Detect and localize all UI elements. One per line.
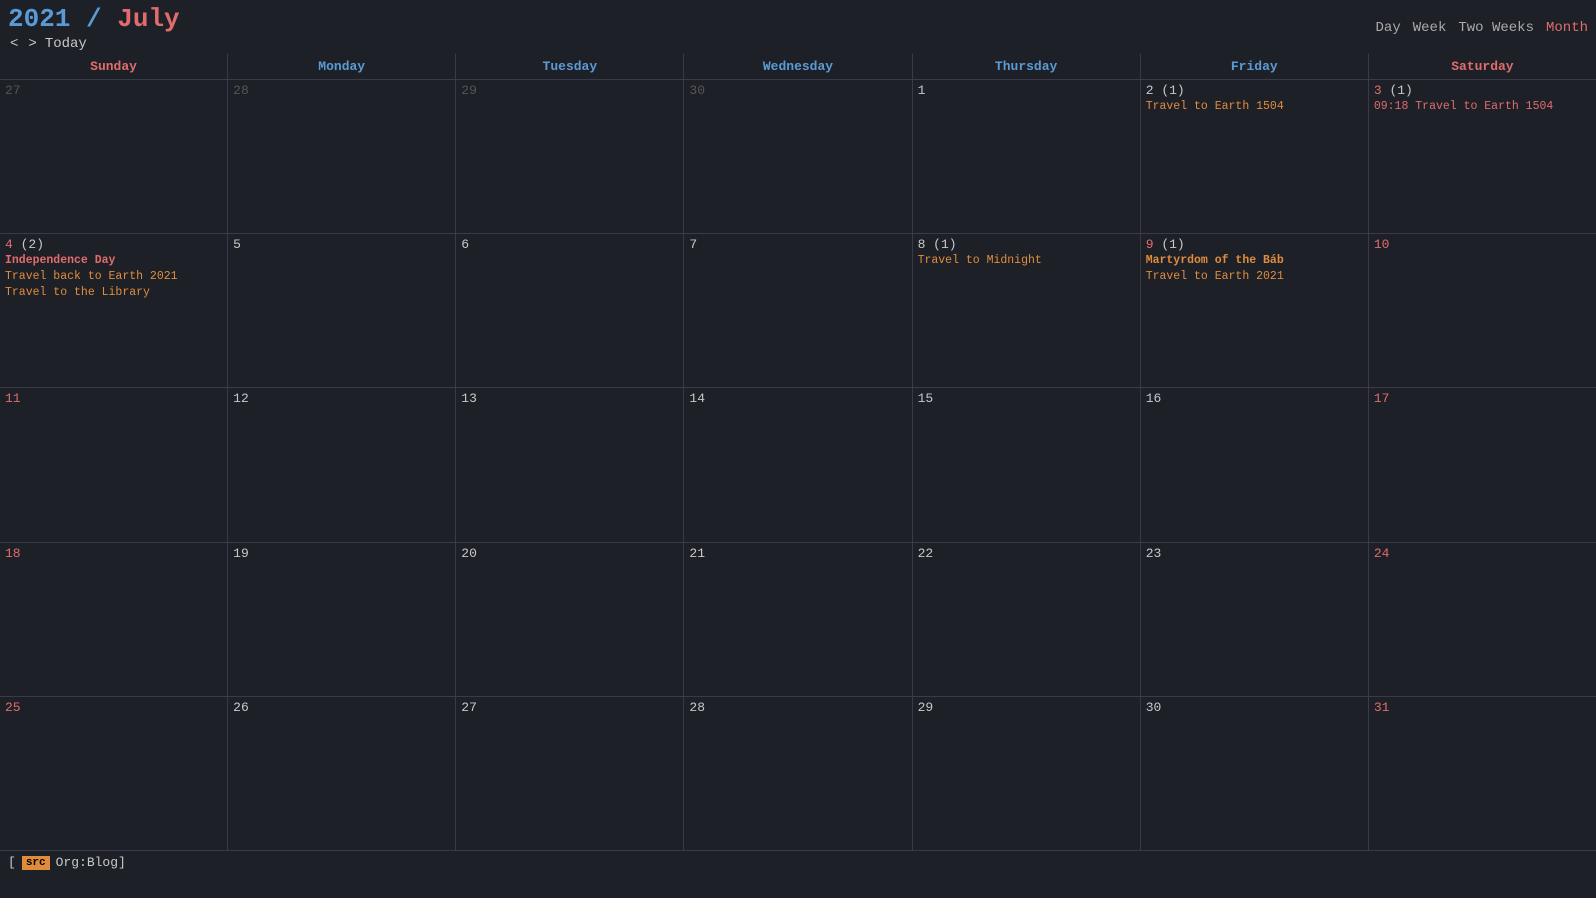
view-week[interactable]: Week — [1413, 20, 1447, 36]
day-19[interactable]: 19 — [228, 543, 456, 696]
header-tuesday: Tuesday — [456, 54, 684, 79]
day-30[interactable]: 30 — [1141, 697, 1369, 850]
view-switcher: Day Week Two Weeks Month — [1376, 20, 1588, 36]
day-9[interactable]: 9 (1) Martyrdom of the Báb Travel to Ear… — [1141, 234, 1369, 387]
day-15[interactable]: 15 — [913, 388, 1141, 541]
footer-tag: src — [22, 856, 50, 870]
day-25[interactable]: 25 — [0, 697, 228, 850]
day-7[interactable]: 7 — [684, 234, 912, 387]
calendar-title: 2021 / July — [8, 4, 180, 34]
day-18[interactable]: 18 — [0, 543, 228, 696]
day-29[interactable]: 29 — [913, 697, 1141, 850]
week-row: 11 12 13 14 15 16 17 — [0, 388, 1596, 542]
view-month[interactable]: Month — [1546, 20, 1588, 36]
day-3[interactable]: 3 (1) 09:18 Travel to Earth 1504 — [1369, 80, 1596, 233]
footer-bracket-open: [ — [8, 855, 16, 870]
next-button[interactable]: > — [26, 36, 38, 52]
separator: / — [70, 4, 117, 34]
days-of-week-header: Sunday Monday Tuesday Wednesday Thursday… — [0, 54, 1596, 80]
day-24[interactable]: 24 — [1369, 543, 1596, 696]
day-13[interactable]: 13 — [456, 388, 684, 541]
footer: [ src Org:Blog] — [0, 850, 1596, 874]
view-two-weeks[interactable]: Two Weeks — [1458, 20, 1534, 36]
day-jun-29[interactable]: 29 — [456, 80, 684, 233]
day-4[interactable]: 4 (2) Independence Day Travel back to Ea… — [0, 234, 228, 387]
day-26[interactable]: 26 — [228, 697, 456, 850]
day-23[interactable]: 23 — [1141, 543, 1369, 696]
prev-button[interactable]: < — [8, 36, 20, 52]
day-22[interactable]: 22 — [913, 543, 1141, 696]
day-12[interactable]: 12 — [228, 388, 456, 541]
view-day[interactable]: Day — [1376, 20, 1401, 36]
day-28[interactable]: 28 — [684, 697, 912, 850]
month-label: July — [117, 4, 179, 34]
header-sunday: Sunday — [0, 54, 228, 79]
header-thursday: Thursday — [913, 54, 1141, 79]
day-17[interactable]: 17 — [1369, 388, 1596, 541]
day-20[interactable]: 20 — [456, 543, 684, 696]
today-button[interactable]: Today — [45, 36, 87, 52]
footer-label: Org:Blog] — [56, 855, 126, 870]
week-row: 18 19 20 21 22 23 24 — [0, 543, 1596, 697]
day-5[interactable]: 5 — [228, 234, 456, 387]
week-row: 4 (2) Independence Day Travel back to Ea… — [0, 234, 1596, 388]
day-1[interactable]: 1 — [913, 80, 1141, 233]
header-monday: Monday — [228, 54, 456, 79]
header-wednesday: Wednesday — [684, 54, 912, 79]
day-16[interactable]: 16 — [1141, 388, 1369, 541]
day-jun-27[interactable]: 27 — [0, 80, 228, 233]
day-jun-28[interactable]: 28 — [228, 80, 456, 233]
day-27[interactable]: 27 — [456, 697, 684, 850]
header-friday: Friday — [1141, 54, 1369, 79]
day-31[interactable]: 31 — [1369, 697, 1596, 850]
header-saturday: Saturday — [1369, 54, 1596, 79]
day-11[interactable]: 11 — [0, 388, 228, 541]
calendar-grid: 27 28 29 30 1 2 (1) Travel to Earth 1504… — [0, 80, 1596, 850]
day-2[interactable]: 2 (1) Travel to Earth 1504 — [1141, 80, 1369, 233]
day-jun-30[interactable]: 30 — [684, 80, 912, 233]
day-6[interactable]: 6 — [456, 234, 684, 387]
day-8[interactable]: 8 (1) Travel to Midnight — [913, 234, 1141, 387]
week-row: 25 26 27 28 29 30 31 — [0, 697, 1596, 850]
day-10[interactable]: 10 — [1369, 234, 1596, 387]
week-row: 27 28 29 30 1 2 (1) Travel to Earth 1504… — [0, 80, 1596, 234]
day-21[interactable]: 21 — [684, 543, 912, 696]
year-label: 2021 — [8, 4, 70, 34]
day-14[interactable]: 14 — [684, 388, 912, 541]
